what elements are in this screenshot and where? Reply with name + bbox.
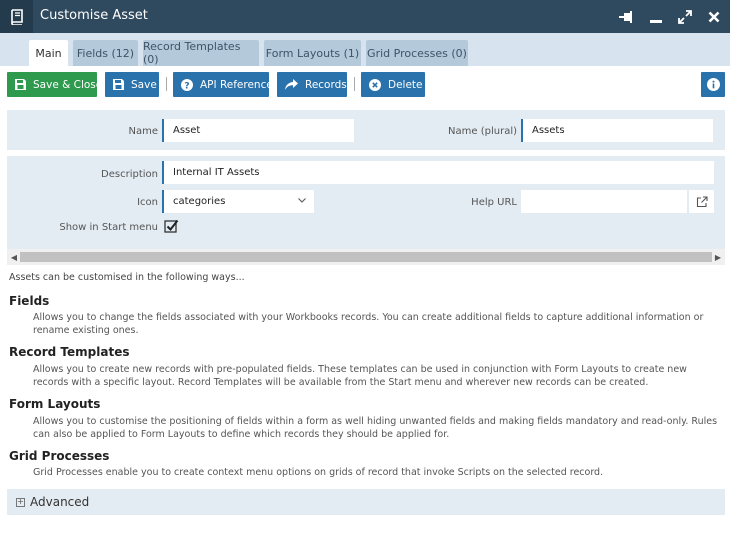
tab-grid-processes[interactable]: Grid Processes (0) — [366, 40, 468, 66]
maximize-icon[interactable] — [676, 8, 694, 26]
icon-select[interactable]: categories — [162, 190, 314, 213]
expand-plus-icon: + — [16, 497, 25, 507]
start-menu-checkbox[interactable] — [164, 219, 179, 234]
help-icon: ? — [181, 78, 193, 91]
window-title: Customise Asset — [40, 8, 148, 23]
tab-bar: Main Fields (12) Record Templates (0) Fo… — [0, 33, 730, 66]
section-heading-form-layouts: Form Layouts — [9, 397, 101, 411]
info-button[interactable] — [701, 72, 725, 97]
external-link-icon — [696, 195, 708, 208]
toolbar: Save & Close Save ? API Reference Record… — [0, 66, 730, 102]
section-text-fields: Allows you to change the fields associat… — [33, 312, 704, 336]
delete-button[interactable]: Delete — [361, 72, 425, 97]
close-icon[interactable] — [705, 8, 723, 26]
tab-fields[interactable]: Fields (12) — [73, 40, 138, 66]
records-button[interactable]: Records — [277, 72, 347, 97]
tab-main[interactable]: Main — [29, 40, 68, 66]
svg-text:?: ? — [184, 81, 189, 91]
icon-label: Icon — [137, 197, 158, 208]
save-icon — [15, 79, 26, 90]
name-plural-label: Name (plural) — [448, 126, 517, 137]
tab-record-templates[interactable]: Record Templates (0) — [143, 40, 259, 66]
checkbox-checked-icon — [164, 219, 179, 233]
window-title-bar: Customise Asset — [0, 0, 730, 33]
share-arrow-icon — [285, 79, 298, 90]
section-heading-grid-processes: Grid Processes — [9, 449, 110, 463]
save-button[interactable]: Save — [105, 72, 159, 97]
section-heading-record-templates: Record Templates — [9, 345, 130, 359]
name-input[interactable]: Asset — [162, 119, 354, 142]
section-text-form-layouts: Allows you to customise the positioning … — [33, 416, 718, 440]
scroll-right-icon[interactable]: ▶ — [714, 252, 722, 262]
details-panel: Description Internal IT Assets Icon cate… — [7, 156, 725, 249]
scroll-left-icon[interactable]: ◀ — [10, 252, 18, 262]
description-label: Description — [101, 169, 158, 180]
icon-select-value: categories — [173, 196, 226, 207]
save-close-button[interactable]: Save & Close — [7, 72, 102, 97]
name-plural-input[interactable]: Assets — [521, 119, 713, 142]
minimize-icon[interactable] — [647, 8, 665, 26]
info-icon — [706, 78, 720, 91]
name-panel: Name Asset Name (plural) Assets — [7, 110, 725, 150]
tab-form-layouts[interactable]: Form Layouts (1) — [264, 40, 361, 66]
description-input[interactable]: Internal IT Assets — [162, 161, 714, 184]
chevron-down-icon — [298, 198, 306, 203]
delete-circle-icon — [369, 78, 381, 91]
open-link-button[interactable] — [689, 190, 714, 213]
toolbar-separator — [166, 77, 167, 91]
section-heading-fields: Fields — [9, 294, 50, 308]
api-reference-button[interactable]: ? API Reference — [173, 72, 273, 97]
pin-icon[interactable] — [618, 8, 636, 26]
book-icon — [0, 0, 33, 33]
name-label: Name — [128, 126, 158, 137]
toolbar-separator — [354, 77, 355, 91]
section-text-record-templates: Allows you to create new records with pr… — [33, 364, 687, 388]
start-menu-label: Show in Start menu — [59, 222, 158, 233]
scrollbar-thumb[interactable] — [20, 252, 712, 262]
section-text-grid-processes: Grid Processes enable you to create cont… — [33, 467, 604, 478]
advanced-section-toggle[interactable]: + Advanced — [7, 489, 725, 515]
advanced-label: Advanced — [30, 495, 90, 509]
help-url-input[interactable] — [521, 190, 687, 213]
save-icon — [113, 79, 124, 90]
help-url-label: Help URL — [471, 197, 517, 208]
intro-text: Assets can be customised in the followin… — [9, 272, 245, 283]
horizontal-scrollbar[interactable]: ◀ ▶ — [7, 249, 725, 265]
